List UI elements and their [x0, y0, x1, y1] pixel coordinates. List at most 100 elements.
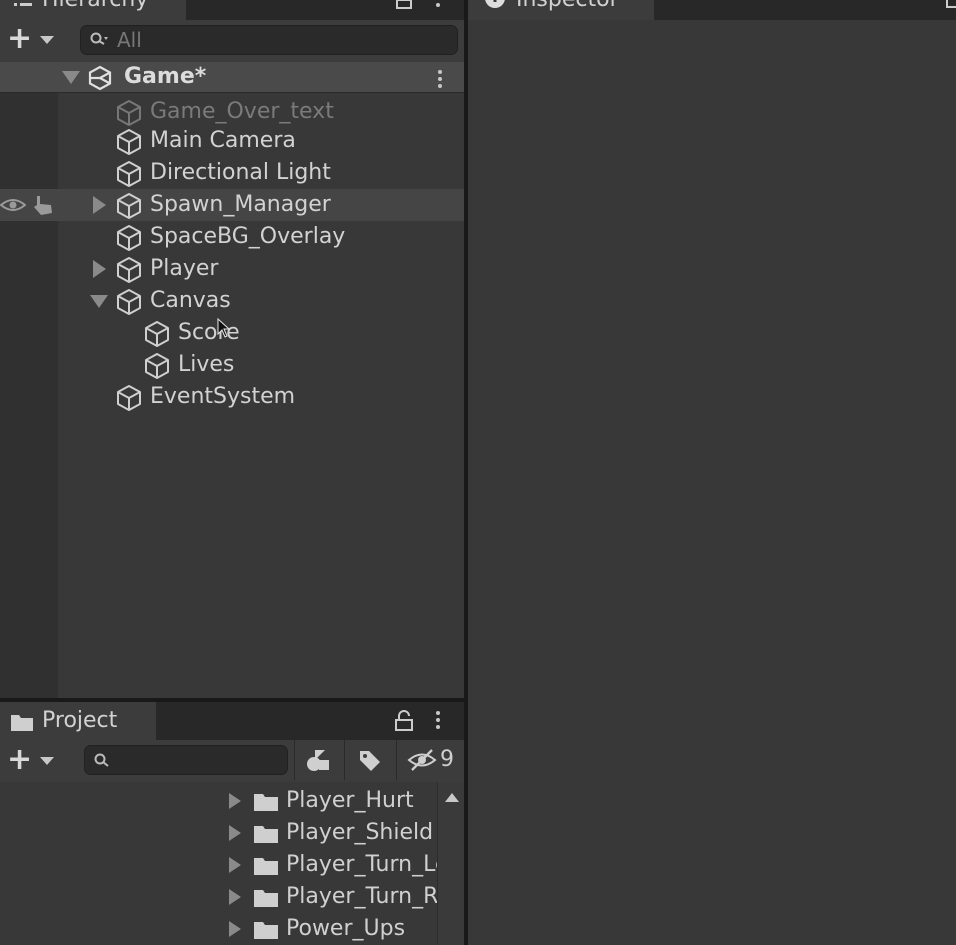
hierarchy-search-input[interactable]: All [80, 25, 458, 55]
tab-hierarchy[interactable]: Hierarchy [0, 0, 186, 20]
search-by-type-button[interactable] [294, 740, 344, 780]
project-folder-label: Power_Ups [286, 916, 406, 941]
maximize-icon[interactable] [946, 0, 956, 10]
expand-arrow-icon[interactable] [229, 825, 241, 841]
cube-icon [115, 99, 143, 127]
project-folder-item[interactable]: Player_Turn_Right [0, 881, 440, 913]
cube-icon [115, 288, 143, 316]
hand-icon[interactable] [31, 194, 55, 216]
panel-splitter[interactable] [0, 698, 464, 702]
project-folder-label: Player_Shield [286, 820, 434, 845]
project-tab-strip: Project [0, 702, 464, 740]
info-icon [485, 0, 505, 8]
hierarchy-item[interactable]: Canvas [0, 285, 464, 317]
expand-arrow-icon[interactable] [229, 921, 241, 937]
cube-icon [115, 384, 143, 412]
hierarchy-item-label: Player [150, 256, 219, 281]
search-icon [94, 753, 109, 767]
project-search-input[interactable] [84, 745, 288, 775]
create-plus-icon[interactable]: + [7, 745, 32, 775]
project-panel: Project + 9 Player_Hurt Player_Shield Pl… [0, 702, 464, 945]
search-icon [90, 32, 108, 45]
project-toolbar: + 9 [0, 740, 464, 782]
folder-icon [254, 890, 278, 907]
hierarchy-item[interactable]: Player [0, 253, 464, 285]
hierarchy-item[interactable]: Game_Over_text [0, 96, 464, 128]
hierarchy-item[interactable]: EventSystem [0, 381, 464, 413]
hidden-packages-count: 9 [440, 747, 454, 772]
hierarchy-tab-strip: Hierarchy [0, 0, 464, 20]
project-folder-item[interactable]: Player_Hurt [0, 785, 440, 817]
hierarchy-item[interactable]: Main Camera [0, 125, 464, 157]
tag-icon [360, 751, 380, 771]
tab-project[interactable]: Project [0, 702, 156, 740]
cube-icon [115, 256, 143, 284]
hierarchy-menu-icon[interactable] [435, 0, 441, 10]
cube-icon [115, 224, 143, 252]
inspector-tab-strip: Inspector [468, 0, 956, 20]
lock-icon[interactable] [396, 0, 412, 10]
cube-icon [115, 192, 143, 220]
scene-name: Game* [124, 64, 207, 89]
unity-logo-icon [88, 65, 112, 91]
hierarchy-item[interactable]: Score [0, 317, 464, 349]
cube-icon [143, 320, 171, 348]
hierarchy-panel: Hierarchy + All Game* Game_Over_text Main… [0, 0, 464, 698]
scene-header[interactable]: Game* [0, 62, 464, 93]
hierarchy-item-label: Spawn_Manager [150, 192, 331, 217]
mouse-cursor-icon [217, 318, 231, 338]
expand-arrow-icon[interactable] [93, 260, 106, 278]
tab-hierarchy-label: Hierarchy [42, 0, 148, 12]
project-menu-icon[interactable] [435, 711, 441, 732]
scene-menu-icon[interactable] [437, 70, 443, 91]
tab-inspector[interactable]: Inspector [468, 0, 654, 20]
hierarchy-item[interactable]: Lives [0, 349, 464, 381]
folder-icon [254, 858, 278, 875]
eye-icon[interactable] [0, 197, 26, 213]
create-dropdown-icon[interactable] [40, 36, 54, 44]
inspector-panel: Inspector [468, 0, 956, 945]
expand-arrow-icon[interactable] [93, 196, 106, 214]
project-scrollbar[interactable] [437, 782, 464, 945]
cube-icon [115, 160, 143, 188]
expand-arrow-icon[interactable] [229, 889, 241, 905]
folder-icon [254, 826, 278, 843]
eye-hidden-icon [407, 749, 437, 771]
folder-icon [254, 922, 278, 939]
search-by-label-button[interactable] [344, 740, 396, 780]
hierarchy-search-placeholder: All [117, 28, 142, 52]
expand-arrow-icon[interactable] [229, 793, 241, 809]
hierarchy-item-label: EventSystem [150, 384, 296, 409]
folder-icon [254, 794, 278, 811]
lock-icon[interactable] [394, 710, 414, 732]
cube-icon [143, 352, 171, 380]
shapes-icon [307, 750, 329, 771]
hierarchy-item-label: Game_Over_text [150, 99, 334, 124]
hierarchy-item[interactable]: SpaceBG_Overlay [0, 221, 464, 253]
hidden-packages-button[interactable]: 9 [396, 740, 464, 780]
hierarchy-item-label: SpaceBG_Overlay [150, 224, 346, 249]
folder-icon [11, 715, 33, 731]
hierarchy-item-label: Lives [178, 352, 235, 377]
hierarchy-item[interactable]: Spawn_Manager [0, 189, 464, 221]
hierarchy-item-label: Main Camera [150, 128, 296, 153]
tab-inspector-label: Inspector [516, 0, 619, 12]
collapse-arrow-icon[interactable] [90, 295, 108, 308]
hierarchy-item-label: Canvas [150, 288, 231, 313]
project-folder-label: Player_Hurt [286, 788, 414, 813]
project-folder-label: Player_Turn_Right [286, 884, 440, 909]
project-folder-label: Player_Turn_Left [286, 852, 440, 877]
project-folder-item[interactable]: Player_Shield [0, 817, 440, 849]
project-folder-item[interactable]: Power_Ups [0, 913, 440, 945]
hierarchy-item[interactable]: Directional Light [0, 157, 464, 189]
create-dropdown-icon[interactable] [40, 757, 54, 765]
project-folder-item[interactable]: Player_Turn_Left [0, 849, 440, 881]
hierarchy-item-label: Directional Light [150, 160, 331, 185]
expand-arrow-icon[interactable] [229, 857, 241, 873]
scene-expand-arrow[interactable] [62, 71, 80, 84]
scroll-up-arrow-icon[interactable] [445, 793, 459, 802]
create-plus-icon[interactable]: + [7, 24, 32, 54]
list-icon [14, 3, 32, 6]
hierarchy-toolbar: + All [0, 20, 464, 62]
tab-project-label: Project [42, 708, 118, 733]
